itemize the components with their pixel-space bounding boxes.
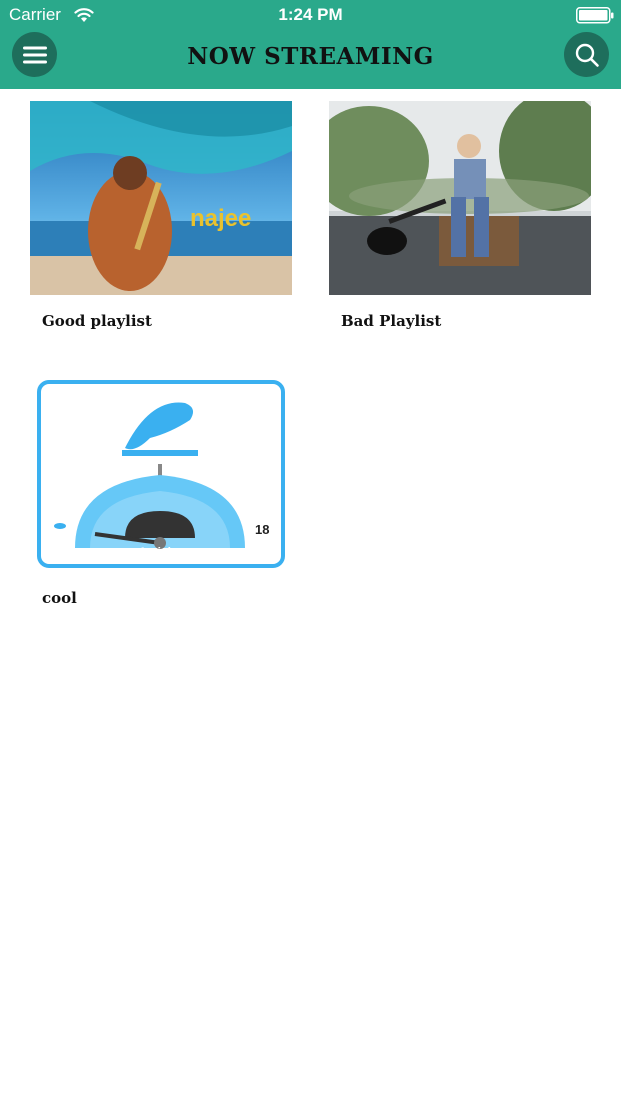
playlist-cover-image (329, 101, 591, 295)
page-title: NOW STREAMING (187, 43, 434, 70)
status-bar: Carrier 1:24 PM (0, 0, 621, 30)
playlist-card-bad-playlist[interactable]: Bad Playlist (329, 101, 591, 341)
status-time: 1:24 PM (278, 5, 343, 24)
playlist-card-good-playlist[interactable]: najee Good playlist (30, 101, 292, 341)
playlist-name: Bad Playlist (341, 312, 442, 330)
playlist-cover-image: 18 Activity (30, 378, 292, 572)
playlist-cover-image: najee (30, 101, 292, 295)
cover-artist-text: najee (190, 205, 251, 232)
playlist-name: Good playlist (42, 312, 152, 330)
playlist-card-cool[interactable]: 18 Activity cool (30, 378, 292, 618)
cover-label-text: Activity (138, 545, 182, 559)
battery-icon (576, 7, 614, 24)
app-header: Carrier 1:24 PM NOW STREAMING (0, 0, 621, 89)
svg-text:18: 18 (255, 522, 269, 537)
search-button[interactable] (564, 32, 609, 77)
search-icon (575, 43, 599, 67)
playlist-name: cool (42, 589, 77, 607)
